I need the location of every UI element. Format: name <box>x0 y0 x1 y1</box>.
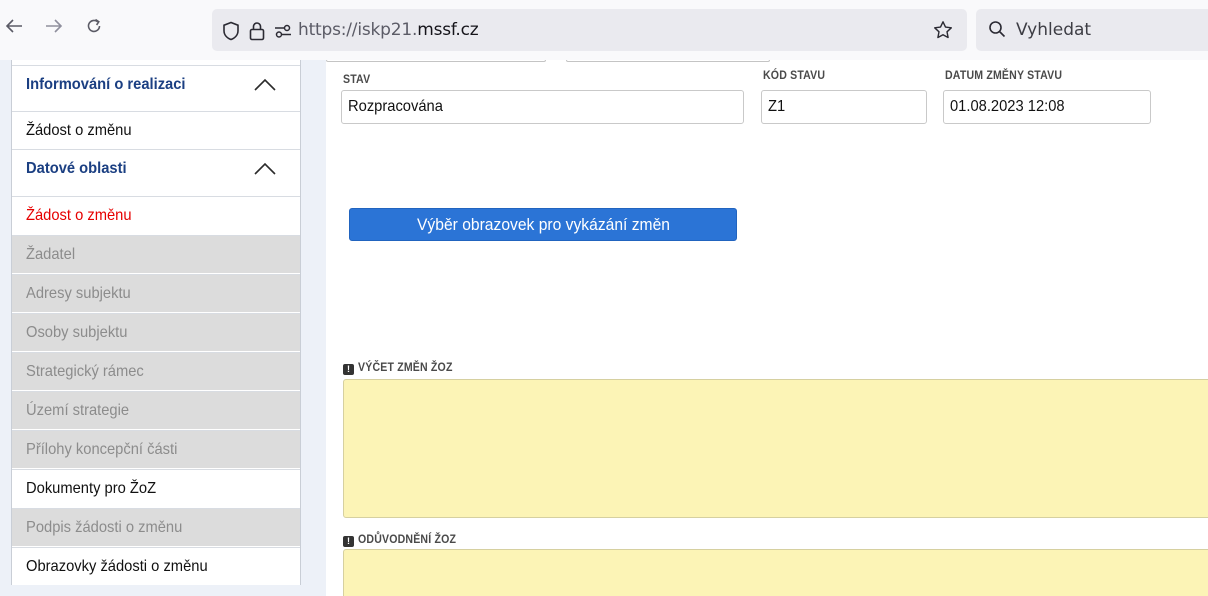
sidebar-item-label: Informování o realizaci <box>26 75 186 93</box>
required-icon: ! <box>343 535 354 547</box>
back-icon[interactable] <box>0 12 28 40</box>
vyber-obrazovek-button[interactable]: Výběr obrazovek pro vykázání změn <box>349 208 737 241</box>
form-content: STAV Rozpracována KÓD STAVU Z1 DATUM ZMĚ… <box>326 60 1208 596</box>
required-icon: ! <box>343 363 354 375</box>
url-bar[interactable]: https://iskp21.mssf.cz <box>212 9 967 51</box>
datum-zmeny-stavu-label: DATUM ZMĚNY STAVU <box>945 68 1063 82</box>
sidebar-item-strategicky-ramec: Strategický rámec <box>12 352 300 390</box>
sidebar-item-label: Dokumenty pro ŽoZ <box>26 479 157 497</box>
url-scheme: https:// <box>298 20 358 40</box>
oduvodneni-label: ODŮVODNĚNÍ ŽOZ <box>358 532 457 546</box>
vycet-zmen-label-row: ! VÝČET ZMĚN ŽOZ <box>343 358 465 376</box>
scrolled-field[interactable] <box>326 60 546 62</box>
url-text[interactable]: https://iskp21.mssf.cz <box>298 20 479 40</box>
vycet-zmen-textarea[interactable] <box>343 379 1208 518</box>
chevron-up-icon[interactable] <box>254 162 276 180</box>
sidebar-item-label: Přílohy koncepční části <box>26 440 178 458</box>
chevron-up-icon[interactable] <box>254 78 276 96</box>
stav-label: STAV <box>343 72 371 86</box>
sidebar-item-label: Adresy subjektu <box>26 284 131 302</box>
sidebar-group-datove-oblasti[interactable]: Datové oblasti <box>12 149 300 187</box>
shield-icon[interactable] <box>220 20 242 42</box>
search-bar[interactable]: Vyhledat <box>976 9 1208 51</box>
sidebar-item-adresy-subjektu: Adresy subjektu <box>12 274 300 312</box>
sidebar-item-label: Žádost o změnu <box>26 121 132 139</box>
vyber-obrazovek-button-label: Výběr obrazovek pro vykázání změn <box>416 214 670 234</box>
vycet-zmen-label: VÝČET ZMĚN ŽOZ <box>358 360 453 374</box>
url-host: mssf.cz <box>417 20 479 40</box>
sidebar-item-zadatel: Žadatel <box>12 235 300 273</box>
forward-icon[interactable] <box>40 12 68 40</box>
stav-value: Rozpracována <box>348 98 443 115</box>
sidebar-item-label: Datové oblasti <box>26 159 127 177</box>
sidebar-item-label: Žádost o změnu <box>26 206 132 224</box>
sidebar: Informování o realizaci Žádost o změnu D… <box>11 60 301 585</box>
sidebar-item-label: Strategický rámec <box>26 362 144 380</box>
sidebar-item-zadost-o-zmenu-active[interactable]: Žádost o změnu <box>12 196 300 234</box>
sidebar-item-label: Obrazovky žádosti o změnu <box>26 557 208 575</box>
page: Informování o realizaci Žádost o změnu D… <box>0 60 1208 596</box>
sidebar-item-prilohy-koncepcni-casti: Přílohy koncepční části <box>12 430 300 468</box>
sidebar-item-podpis-zadosti: Podpis žádosti o změnu <box>12 508 300 546</box>
sidebar-item-obrazovky-zadosti[interactable]: Obrazovky žádosti o změnu <box>12 547 300 585</box>
kod-stavu-value: Z1 <box>768 98 786 115</box>
sidebar-group-informovani[interactable]: Informování o realizaci <box>12 65 300 103</box>
oduvodneni-label-row: ! ODŮVODNĚNÍ ŽOZ <box>343 530 469 548</box>
sidebar-item-label: Území strategie <box>26 401 130 419</box>
kod-stavu-label: KÓD STAVU <box>763 68 826 82</box>
url-subdomain: iskp21. <box>357 20 418 40</box>
sidebar-item-dokumenty-pro-zoz[interactable]: Dokumenty pro ŽoZ <box>12 469 300 507</box>
reload-icon[interactable] <box>80 12 108 40</box>
sidebar-item-label: Žadatel <box>26 245 76 263</box>
sidebar-item-label: Podpis žádosti o změnu <box>26 518 183 536</box>
sidebar-item-osoby-subjektu: Osoby subjektu <box>12 313 300 351</box>
datum-zmeny-stavu-value: 01.08.2023 12:08 <box>950 98 1065 115</box>
scrolled-field[interactable] <box>566 60 770 62</box>
sidebar-item-uzemi-strategie: Území strategie <box>12 391 300 429</box>
search-placeholder: Vyhledat <box>1016 20 1092 40</box>
permissions-icon[interactable] <box>272 20 294 42</box>
bookmark-star-icon[interactable] <box>933 20 953 45</box>
search-icon <box>988 20 1006 43</box>
browser-toolbar: https://iskp21.mssf.cz Vyhledat <box>0 0 1208 60</box>
datum-zmeny-stavu-field[interactable]: 01.08.2023 12:08 <box>943 90 1151 124</box>
stav-field[interactable]: Rozpracována <box>341 90 744 124</box>
sidebar-item-zadost-o-zmenu[interactable]: Žádost o změnu <box>12 111 300 149</box>
kod-stavu-field[interactable]: Z1 <box>761 90 927 124</box>
oduvodneni-textarea[interactable] <box>343 549 1208 596</box>
lock-icon[interactable] <box>246 20 268 42</box>
sidebar-item-label: Osoby subjektu <box>26 323 128 341</box>
